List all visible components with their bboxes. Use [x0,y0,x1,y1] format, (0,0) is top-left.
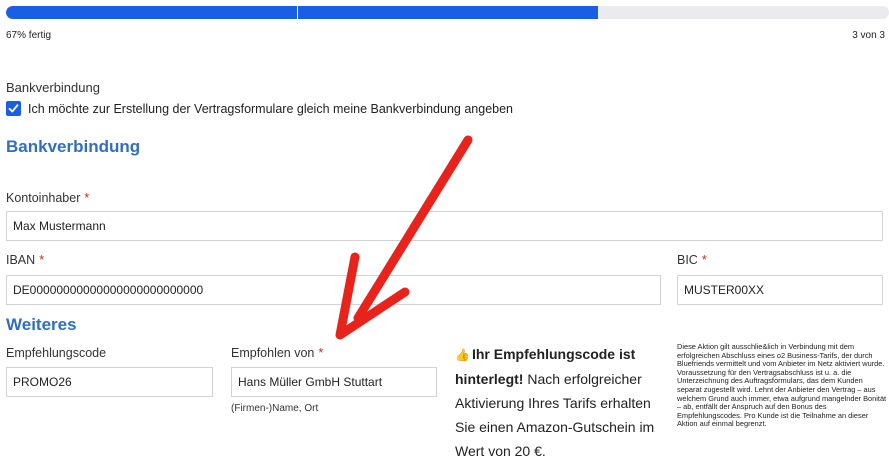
referral-confirmation-message: 👍 Ihr Empfehlungscode ist hinterlegt! Nac… [455,342,660,457]
iban-input[interactable] [6,275,661,305]
referred-by-label: Empfohlen von * [231,346,323,360]
bank-section-title: Bankverbindung [6,137,141,156]
referral-code-input[interactable] [6,367,213,397]
bank-details-checkbox-label: Ich möchte zur Erstellung der Vertragsfo… [28,101,513,116]
required-mark: * [39,253,45,267]
bank-details-checkbox[interactable] [6,101,21,116]
bic-label: BIC * [677,253,707,267]
referred-by-label-text: Empfohlen von [231,346,315,360]
bank-toggle-heading: Bankverbindung [6,80,100,95]
bic-input[interactable] [677,275,883,305]
bank-details-checkbox-row[interactable]: Ich möchte zur Erstellung der Vertragsfo… [6,101,513,116]
account-holder-label-text: Kontoinhaber [6,191,81,205]
iban-label: IBAN * [6,253,44,267]
thumbs-up-icon: 👍 [455,348,470,362]
bic-label-text: BIC [677,253,698,267]
required-mark: * [84,191,90,205]
checkmark-icon [8,104,19,113]
more-section-title: Weiteres [6,315,77,334]
required-mark: * [701,253,707,267]
progress-step-label: 3 von 3 [852,30,885,41]
progress-bar-fill [6,6,598,19]
referred-by-hint: (Firmen-)Name, Ort [231,403,319,414]
required-mark: * [318,346,324,360]
iban-label-text: IBAN [6,253,36,267]
referred-by-input[interactable] [231,367,437,397]
referral-code-label: Empfehlungscode [6,346,107,360]
progress-bar [6,6,889,19]
progress-step-divider [297,6,298,19]
account-holder-input[interactable] [6,211,883,241]
progress-percent-label: 67% fertig [6,30,52,41]
promo-legal-text: Diese Aktion gilt ausschlie&lich in Verb… [677,342,887,429]
account-holder-label: Kontoinhaber * [6,191,89,205]
